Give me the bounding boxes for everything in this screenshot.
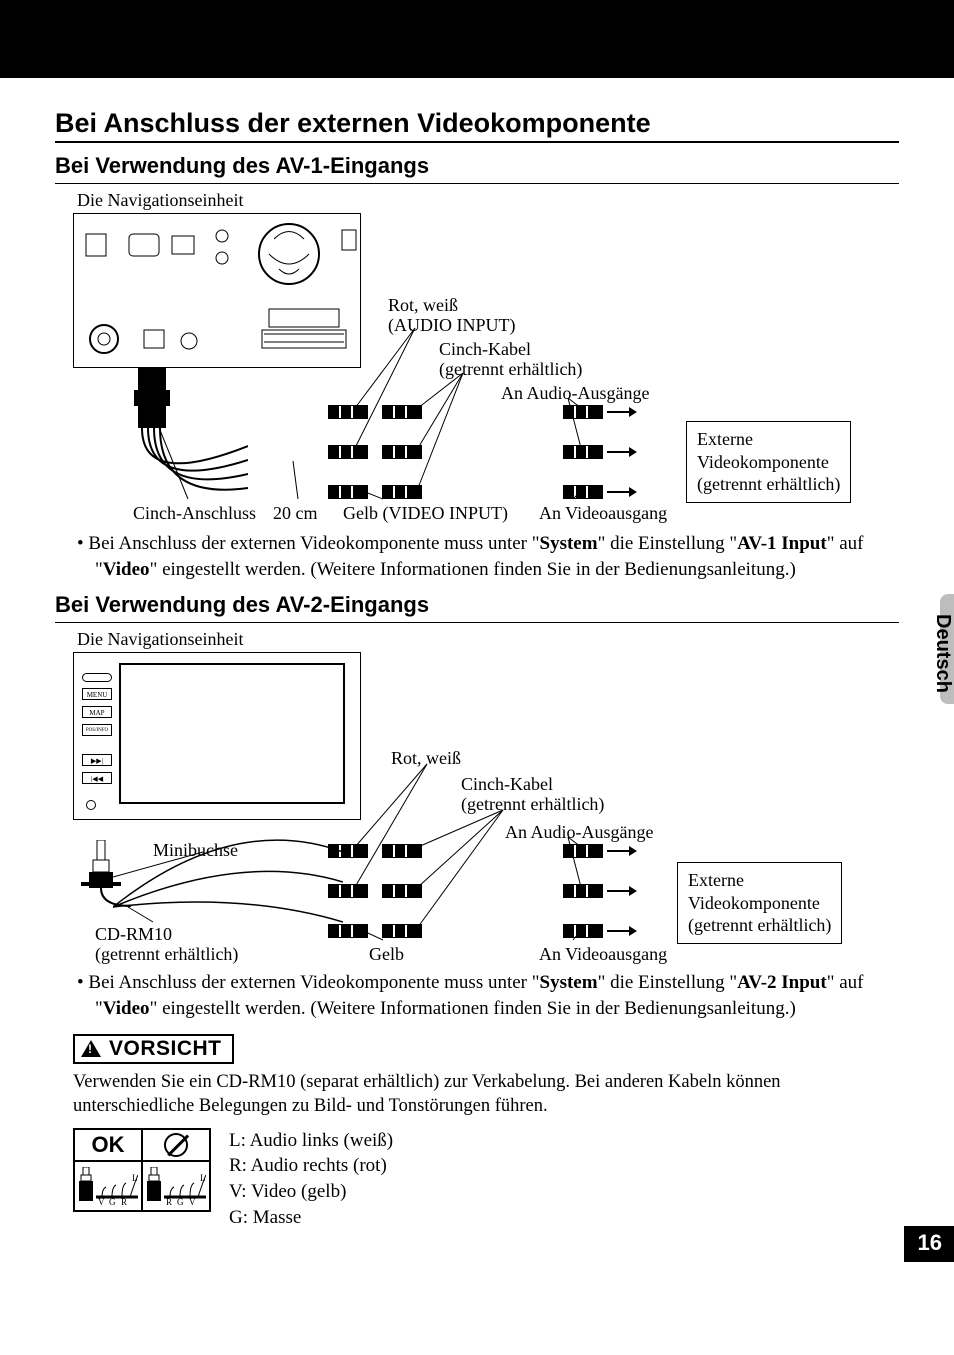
language-tab: Deutsch bbox=[931, 608, 954, 699]
rca-out-3 bbox=[563, 485, 635, 499]
label-to-video-out-2: An Videoausgang bbox=[539, 944, 667, 965]
svg-text:R: R bbox=[121, 1197, 127, 1205]
label-20cm: 20 cm bbox=[273, 503, 318, 524]
arrow-icon bbox=[607, 451, 635, 453]
label-red-white-2: Rot, weiß bbox=[391, 748, 461, 769]
rca-row-3b bbox=[328, 924, 422, 938]
svg-text:V: V bbox=[189, 1197, 196, 1205]
label-audio-input: (AUDIO INPUT) bbox=[388, 315, 515, 336]
section2-diagram: MENU MAP POS/INFO ▶▶| |◀◀ bbox=[73, 652, 899, 962]
arrow-icon bbox=[607, 850, 635, 852]
pinout-bad-cell: R G V L bbox=[142, 1161, 210, 1211]
caution-text: Verwenden Sie ein CD-RM10 (separat erhäl… bbox=[73, 1070, 893, 1118]
external-component-box-2: Externe Videokomponente (getrennt erhält… bbox=[677, 862, 842, 944]
arrow-icon bbox=[607, 890, 635, 892]
page-number: 16 bbox=[904, 1226, 954, 1262]
ok-cell: OK bbox=[74, 1129, 142, 1161]
section2-note: Bei Anschluss der externen Videokomponen… bbox=[95, 970, 885, 1021]
label-cinch-cable: Cinch-Kabel bbox=[439, 339, 531, 360]
prohibit-icon bbox=[164, 1133, 188, 1157]
rca-row-1b bbox=[328, 844, 422, 858]
prohibit-cell bbox=[142, 1129, 210, 1161]
svg-text:L: L bbox=[132, 1173, 138, 1183]
label-minijack: Minibuchse bbox=[153, 840, 238, 861]
pinout-legend: L: Audio links (weiß) R: Audio rechts (r… bbox=[229, 1128, 393, 1231]
rca-row-2 bbox=[328, 445, 422, 459]
svg-text:L: L bbox=[200, 1173, 206, 1183]
label-yellow: Gelb bbox=[369, 944, 404, 965]
arrow-icon bbox=[607, 930, 635, 932]
page-title: Bei Anschluss der externen Videokomponen… bbox=[55, 108, 899, 143]
warning-triangle-icon bbox=[81, 1040, 101, 1057]
section2-heading: Bei Verwendung des AV-2-Eingangs bbox=[55, 592, 899, 623]
svg-text:R: R bbox=[166, 1197, 172, 1205]
section1-note: Bei Anschluss der externen Videokomponen… bbox=[95, 531, 885, 582]
caution-title: VORSICHT bbox=[109, 1037, 222, 1061]
top-black-bar bbox=[0, 0, 954, 78]
rca-row-2b bbox=[328, 884, 422, 898]
svg-text:G: G bbox=[177, 1197, 184, 1205]
label-sold-sep: (getrennt erhältlich) bbox=[439, 359, 582, 380]
arrow-icon bbox=[607, 491, 635, 493]
section1-heading: Bei Verwendung des AV-1-Eingangs bbox=[55, 153, 899, 184]
rca-out-1b bbox=[563, 844, 635, 858]
rca-out-2b bbox=[563, 884, 635, 898]
legend-r: R: Audio rechts (rot) bbox=[229, 1153, 393, 1179]
label-red-white: Rot, weiß bbox=[388, 295, 458, 316]
nav-unit-front-icon: MENU MAP POS/INFO ▶▶| |◀◀ bbox=[73, 652, 361, 820]
label-to-video-out: An Videoausgang bbox=[539, 503, 667, 524]
rca-out-3b bbox=[563, 924, 635, 938]
cable-bundle-icon bbox=[128, 368, 248, 508]
legend-l: L: Audio links (weiß) bbox=[229, 1128, 393, 1154]
section1-nav-unit-label: Die Navigationseinheit bbox=[77, 190, 899, 211]
rca-out-1 bbox=[563, 405, 635, 419]
section1-diagram: Rot, weiß (AUDIO INPUT) Cinch-Kabel (get… bbox=[73, 213, 899, 523]
rca-out-2 bbox=[563, 445, 635, 459]
external-component-box: Externe Videokomponente (getrennt erhält… bbox=[686, 421, 851, 503]
svg-text:V: V bbox=[98, 1197, 105, 1205]
label-to-audio-out-2: An Audio-Ausgänge bbox=[505, 822, 653, 843]
label-cd-rm10-sep: (getrennt erhältlich) bbox=[95, 944, 238, 965]
label-cinch-anschluss: Cinch-Anschluss bbox=[133, 503, 256, 524]
legend-v: V: Video (gelb) bbox=[229, 1179, 393, 1205]
label-to-audio-out: An Audio-Ausgänge bbox=[501, 383, 649, 404]
caution-badge: VORSICHT bbox=[73, 1034, 234, 1064]
arrow-icon bbox=[607, 411, 635, 413]
ok-pinout-table: OK V G R L bbox=[73, 1128, 211, 1212]
rca-row-1 bbox=[328, 405, 422, 419]
label-cinch-cable-2: Cinch-Kabel bbox=[461, 774, 553, 795]
rca-row-3 bbox=[328, 485, 422, 499]
pinout-ok-cell: V G R L bbox=[74, 1161, 142, 1211]
label-yellow-video: Gelb (VIDEO INPUT) bbox=[343, 503, 508, 524]
page-body: Deutsch Bei Anschluss der externen Video… bbox=[0, 78, 954, 1250]
nav-unit-rear-icon bbox=[73, 213, 361, 368]
svg-text:G: G bbox=[109, 1197, 116, 1205]
legend-g: G: Masse bbox=[229, 1205, 393, 1231]
section2-nav-unit-label: Die Navigationseinheit bbox=[77, 629, 899, 650]
label-cd-rm10: CD-RM10 bbox=[95, 924, 172, 945]
label-sold-sep-2: (getrennt erhältlich) bbox=[461, 794, 604, 815]
